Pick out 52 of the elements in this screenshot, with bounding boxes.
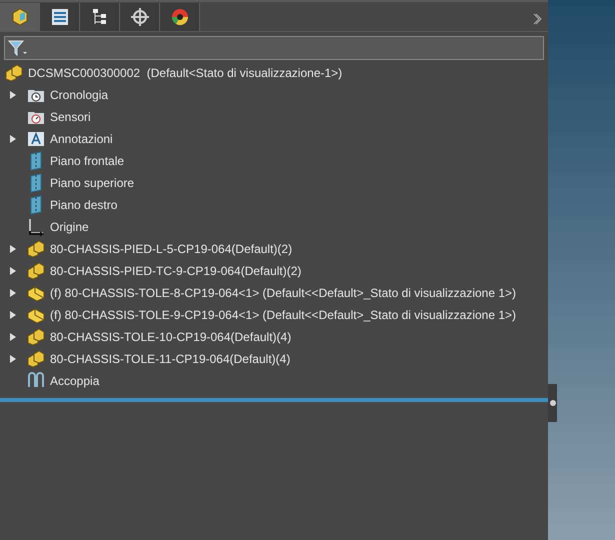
- grip-dot-icon: [550, 400, 556, 406]
- tree-item-label[interactable]: Annotazioni: [50, 130, 113, 148]
- chevron-right-icon[interactable]: [533, 13, 542, 25]
- tree-root-label[interactable]: DCSMSC000300002 (Default<Stato di visualizzazione-1>): [28, 64, 342, 82]
- tree-item-label[interactable]: (f) 80-CHASSIS-TOLE-8-CP19-064<1> (Default<<Default>_Stato di visualizzazione 1>): [50, 284, 516, 302]
- expand-arrow-icon[interactable]: [10, 355, 16, 363]
- assembly-icon: [26, 262, 46, 280]
- tree-item-label[interactable]: Accoppia: [50, 372, 100, 390]
- expand-arrow-icon[interactable]: [10, 289, 16, 297]
- tree-item-label[interactable]: Origine: [50, 218, 89, 236]
- plane-icon: [29, 195, 43, 215]
- annotation-icon: [27, 131, 45, 147]
- expand-arrow-icon[interactable]: [10, 245, 16, 253]
- plane-icon: [29, 173, 43, 193]
- origin-icon: [26, 217, 46, 237]
- list-icon: [50, 8, 68, 26]
- tree-item-label[interactable]: 80-CHASSIS-PIED-TC-9-CP19-064(Default)(2): [50, 262, 302, 280]
- clock-folder-icon: [27, 87, 45, 103]
- assembly-icon: [4, 64, 24, 82]
- plane-icon: [29, 151, 43, 171]
- tree-item-label[interactable]: Cronologia: [50, 86, 108, 104]
- tree-item-label[interactable]: 80-CHASSIS-TOLE-10-CP19-064(Default)(4): [50, 328, 292, 346]
- panel-tab[interactable]: [120, 3, 160, 31]
- expand-arrow-icon[interactable]: [10, 333, 16, 341]
- tree-item-label[interactable]: 80-CHASSIS-PIED-L-5-CP19-064(Default)(2): [50, 240, 292, 258]
- tree-item-label[interactable]: Piano destro: [50, 196, 118, 214]
- expand-arrow-icon[interactable]: [10, 311, 16, 319]
- panel-tab[interactable]: [0, 3, 40, 31]
- panel-tab[interactable]: [40, 3, 80, 31]
- expand-arrow-icon[interactable]: [10, 267, 16, 275]
- panel-tab[interactable]: [160, 3, 200, 31]
- assembly-icon: [26, 240, 46, 258]
- resize-handle[interactable]: [548, 384, 557, 422]
- tree-item-label[interactable]: Sensori: [50, 108, 91, 126]
- tree-item-label[interactable]: Piano frontale: [50, 152, 124, 170]
- crosshair-icon: [130, 7, 150, 27]
- expand-arrow-icon[interactable]: [10, 91, 16, 99]
- assembly-icon: [26, 350, 46, 368]
- tree-item-label[interactable]: 80-CHASSIS-TOLE-11-CP19-064(Default)(4): [50, 350, 290, 368]
- expand-arrow-icon[interactable]: [10, 135, 16, 143]
- assembly-icon: [10, 7, 30, 27]
- part-icon: [26, 306, 46, 324]
- assembly-icon: [26, 328, 46, 346]
- part-icon: [26, 284, 46, 302]
- gauge-folder-icon: [27, 109, 45, 125]
- filter-icon[interactable]: [8, 40, 28, 56]
- tree-item-label[interactable]: Piano superiore: [50, 174, 134, 192]
- panel-tab[interactable]: [80, 3, 120, 31]
- tree-item-label[interactable]: (f) 80-CHASSIS-TOLE-9-CP19-064<1> (Default<<Default>_Stato di visualizzazione 1>): [50, 306, 516, 324]
- color-wheel-icon: [170, 7, 190, 27]
- paperclip-icon: [26, 372, 46, 390]
- hierarchy-icon: [90, 8, 108, 26]
